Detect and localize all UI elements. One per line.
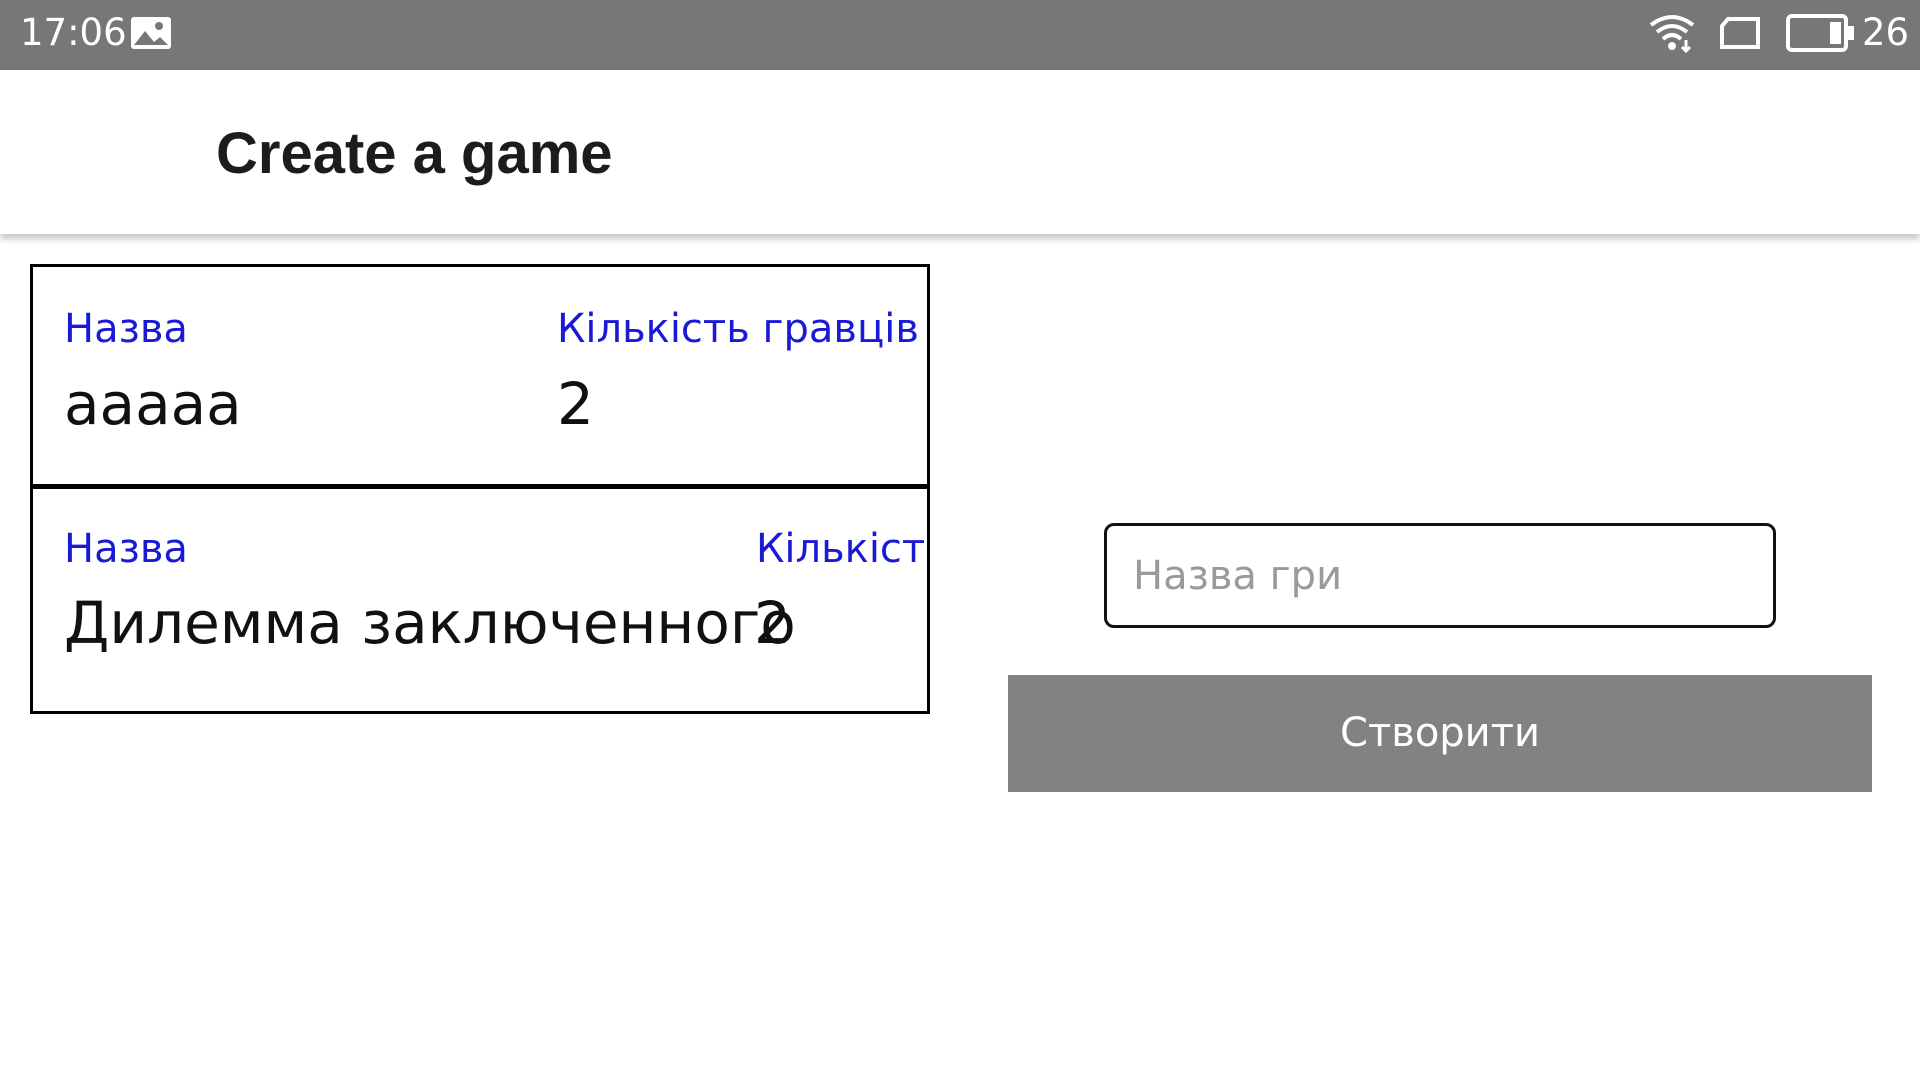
wifi-icon <box>1648 13 1696 54</box>
sim-card-icon <box>1718 16 1762 50</box>
app-bar: Create a game <box>0 70 1920 234</box>
game-name-label: Назва <box>64 306 188 352</box>
create-button[interactable]: Створити <box>1008 675 1872 792</box>
battery-level: 26 <box>1862 11 1910 54</box>
status-time: 17:06 <box>20 11 127 54</box>
game-players: 2 <box>557 370 594 438</box>
game-players-label: Кількість гравців <box>557 306 919 352</box>
battery-icon <box>1786 14 1856 52</box>
page-title: Create a game <box>216 121 613 186</box>
game-name: aaaaa <box>64 370 242 438</box>
game-players-label: Кількість гравців <box>756 526 930 572</box>
gallery-notification-icon <box>130 15 172 51</box>
game-name: Дилемма заключенного <box>64 589 796 657</box>
game-name-label: Назва <box>64 526 188 572</box>
status-bar: 17:06 26 <box>0 0 1920 70</box>
game-players: 2 <box>754 589 791 657</box>
game-name-input[interactable] <box>1104 523 1776 628</box>
game-row[interactable]: Назва aaaaa Кількість гравців 2 <box>33 267 927 489</box>
game-list: Назва aaaaa Кількість гравців 2 Назва Ди… <box>30 264 930 714</box>
game-row[interactable]: Назва Дилемма заключенного Кількість гра… <box>33 489 927 711</box>
